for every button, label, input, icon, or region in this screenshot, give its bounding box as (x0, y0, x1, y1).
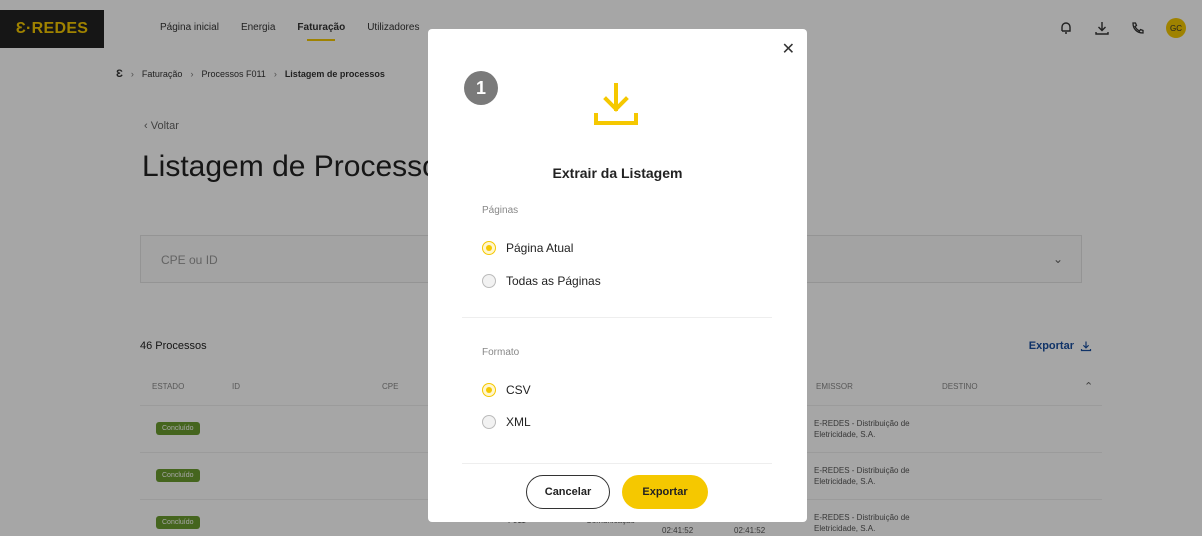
close-icon[interactable]: ✕ (782, 39, 795, 59)
radio-csv[interactable]: CSV (482, 383, 531, 397)
divider (462, 463, 772, 464)
format-label: Formato (482, 347, 520, 358)
pages-label: Páginas (482, 205, 519, 216)
radio-xml[interactable]: XML (482, 415, 531, 429)
radio-label: Página Atual (506, 241, 574, 255)
radio-current-page[interactable]: Página Atual (482, 241, 573, 255)
radio-selected-icon (482, 241, 496, 255)
cancel-button[interactable]: Cancelar (526, 475, 610, 509)
radio-unselected-icon (482, 415, 496, 429)
radio-unselected-icon (482, 274, 496, 288)
export-button[interactable]: Exportar (622, 475, 708, 509)
modal-title: Extrair da Listagem (552, 165, 683, 181)
radio-label: Todas as Páginas (506, 274, 601, 288)
download-icon (594, 83, 638, 125)
export-modal: ✕ 1 Extrair da Listagem Páginas Página A… (428, 29, 807, 522)
radio-all-pages[interactable]: Todas as Páginas (482, 274, 601, 288)
radio-label: XML (506, 415, 531, 429)
radio-label: CSV (506, 383, 531, 397)
divider (462, 317, 772, 318)
radio-selected-icon (482, 383, 496, 397)
step-badge: 1 (464, 71, 498, 105)
